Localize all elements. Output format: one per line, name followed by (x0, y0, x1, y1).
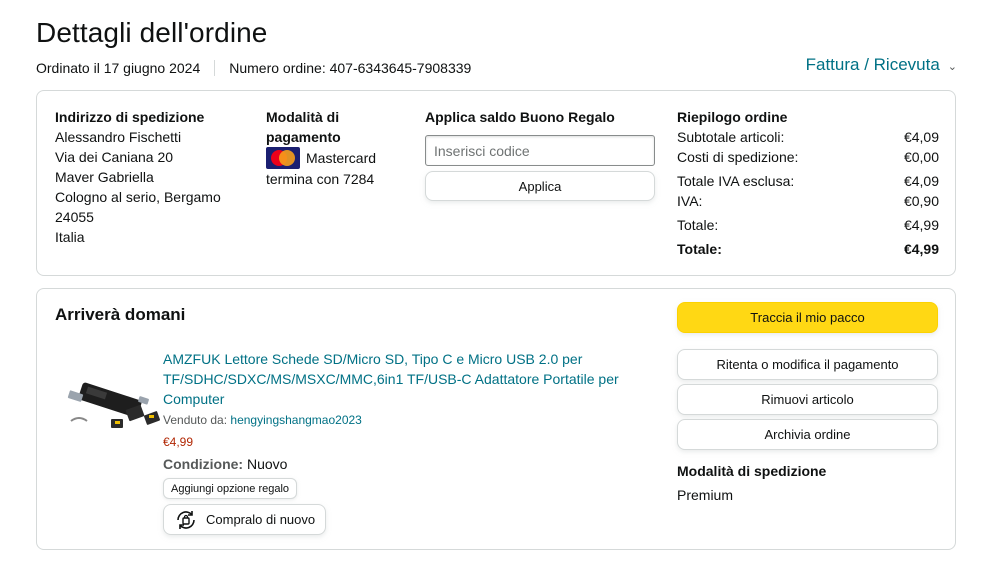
shipping-address-section: Indirizzo di spedizione Alessandro Fisch… (55, 107, 245, 247)
invoice-dropdown-link[interactable]: Fattura / Ricevuta ⌄ (806, 55, 957, 75)
summary-row-vat: IVA: €0,90 (677, 191, 939, 211)
order-totals-heading: Riepilogo ordine (677, 109, 788, 125)
buy-again-label[interactable]: Compralo di nuovo (206, 512, 315, 527)
address-line: 24055 (55, 209, 94, 225)
archive-order-button[interactable]: Archivia ordine (677, 419, 938, 450)
address-line: Italia (55, 229, 85, 245)
card-brand: Mastercard (306, 150, 377, 166)
summary-label: Totale: (677, 241, 722, 257)
summary-label: Subtotale articoli: (677, 129, 785, 145)
gift-code-input[interactable] (425, 135, 655, 166)
meta-divider (214, 60, 216, 76)
product-image[interactable] (65, 369, 175, 439)
summary-value: €0,00 (903, 149, 939, 165)
summary-value: €4,09 (903, 173, 939, 189)
summary-label: Totale: (677, 217, 719, 233)
condition-value: Nuovo (247, 456, 288, 472)
address-line: Via dei Caniana 20 (55, 149, 174, 165)
summary-label: Costi di spedizione: (677, 149, 799, 165)
product-details: AMZFUK Lettore Schede SD/Micro SD, Tipo … (163, 349, 643, 537)
summary-row-shipping: Costi di spedizione: €0,00 (677, 147, 939, 167)
shipping-method-heading: Modalità di spedizione (677, 463, 827, 479)
buy-again-icon (177, 510, 195, 529)
gift-card-heading: Applica saldo Buono Regalo (425, 109, 615, 125)
delivery-status-heading: Arriverà domani (55, 305, 186, 324)
summary-row-net: Totale IVA esclusa: €4,09 (677, 171, 939, 191)
sold-by-label: Venduto da: (163, 413, 228, 427)
address-line: Cologno al serio, Bergamo (55, 189, 221, 205)
summary-value: €4,99 (903, 241, 939, 257)
summary-row-subtotal: Subtotale articoli: €4,09 (677, 127, 939, 147)
buy-again-button[interactable]: Compralo di nuovo (163, 504, 327, 535)
payment-method-heading: Modalità di pagamento (266, 109, 341, 145)
order-number: Numero ordine: 407-6343645-7908339 (229, 60, 472, 76)
sold-by: Venduto da: hengyingshangmao2023 (163, 410, 643, 430)
apply-gift-button[interactable]: Applica (425, 171, 655, 201)
order-meta: Ordinato il 17 giugno 2024 Numero ordine… (36, 60, 471, 76)
address-line: Alessandro Fischetti (55, 129, 182, 145)
shipping-address-heading: Indirizzo di spedizione (55, 109, 205, 125)
summary-value: €4,09 (903, 129, 939, 145)
track-package-button[interactable]: Traccia il mio pacco (677, 302, 938, 333)
order-date: Ordinato il 17 giugno 2024 (36, 60, 201, 76)
summary-row-total: Totale: €4,99 (677, 215, 939, 235)
product-condition: Condizione: Nuovo (163, 454, 643, 474)
summary-value: €4,99 (903, 217, 939, 233)
add-gift-option-button[interactable]: Aggiungi opzione regalo (163, 478, 298, 499)
seller-link[interactable]: hengyingshangmao2023 (230, 413, 361, 427)
mastercard-icon (266, 147, 300, 169)
order-summary-box: Indirizzo di spedizione Alessandro Fisch… (36, 90, 956, 276)
order-totals-section: Riepilogo ordine Subtotale articoli: €4,… (677, 107, 939, 259)
payment-card-line: Mastercard (266, 147, 411, 169)
page-title: Dettagli dell'ordine (36, 17, 268, 48)
order-actions: Traccia il mio pacco Ritenta o modifica … (677, 302, 938, 505)
summary-label: IVA: (677, 193, 703, 209)
shipment-box: Arriverà domani AMZFUK Lettore Schede SD… (36, 288, 956, 550)
card-ending: termina con 7284 (266, 171, 375, 187)
product-price: €4,99 (163, 435, 194, 449)
shipping-method-value: Premium (677, 487, 734, 503)
retry-payment-button[interactable]: Ritenta o modifica il pagamento (677, 349, 938, 380)
remove-items-button[interactable]: Rimuovi articolo (677, 384, 938, 415)
summary-label: Totale IVA esclusa: (677, 173, 795, 189)
invoice-link-label[interactable]: Fattura / Ricevuta (806, 55, 940, 75)
product-title-link[interactable]: AMZFUK Lettore Schede SD/Micro SD, Tipo … (163, 349, 643, 409)
chevron-down-icon[interactable]: ⌄ (948, 60, 957, 73)
address-line: Maver Gabriella (55, 169, 154, 185)
summary-value: €0,90 (903, 193, 939, 209)
gift-card-section: Applica saldo Buono Regalo Applica (425, 107, 657, 201)
condition-label: Condizione: (163, 456, 244, 472)
payment-method-section: Modalità di pagamento Mastercard termina… (266, 107, 411, 189)
summary-row-grand-total: Totale: €4,99 (677, 239, 939, 259)
